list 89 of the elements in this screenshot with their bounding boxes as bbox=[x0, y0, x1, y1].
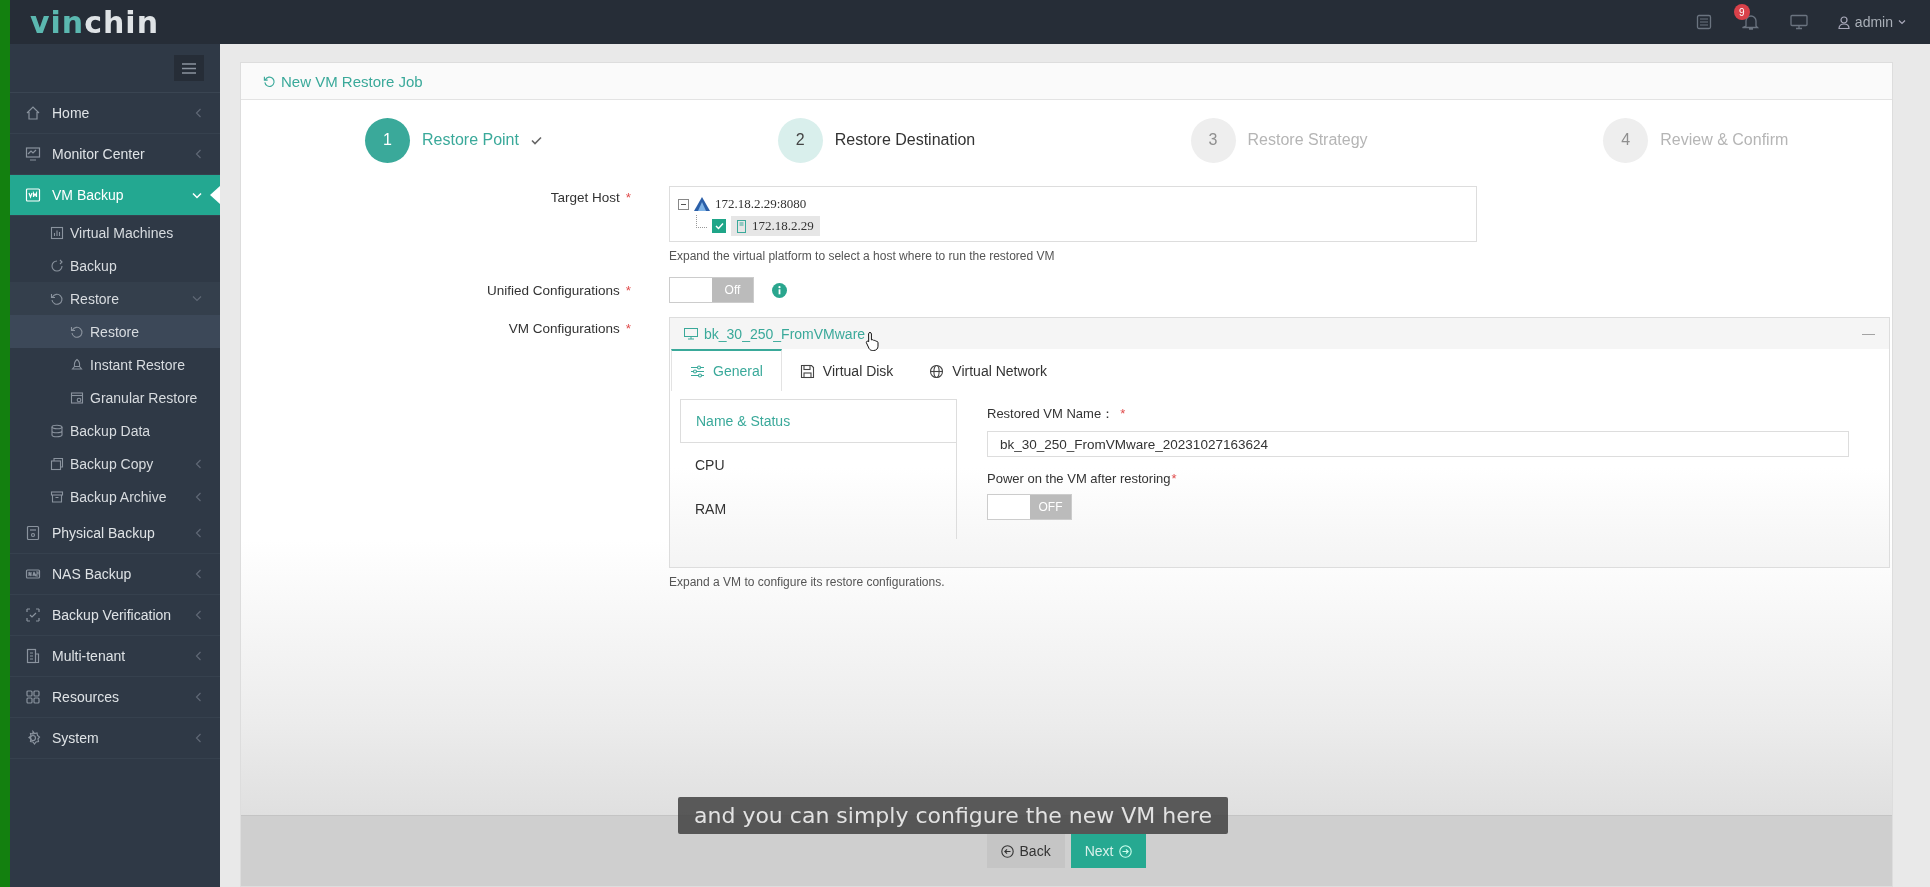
chevron-left-icon bbox=[195, 610, 202, 620]
home-icon bbox=[25, 105, 41, 121]
field-label: VM Configurations bbox=[508, 321, 620, 336]
check-icon bbox=[530, 135, 542, 145]
sidebar-subitem[interactable]: Backup Copy bbox=[10, 447, 220, 480]
field-label: Power on the VM after restoring bbox=[987, 471, 1171, 486]
checkbox[interactable] bbox=[712, 219, 726, 233]
menu-icon bbox=[182, 62, 196, 74]
required-mark: * bbox=[1171, 471, 1177, 486]
user-icon bbox=[1837, 15, 1850, 29]
caret-icon bbox=[1898, 19, 1906, 25]
copy-icon bbox=[50, 456, 64, 471]
step-number: 4 bbox=[1603, 117, 1649, 163]
field-label: Restored VM Name： bbox=[987, 406, 1115, 421]
video-caption: and you can simply configure the new VM here bbox=[678, 797, 1228, 834]
step-label: Restore Destination bbox=[834, 131, 976, 149]
calendar-icon bbox=[70, 390, 84, 405]
step-number: 3 bbox=[1190, 117, 1236, 163]
info-icon[interactable] bbox=[772, 282, 787, 298]
chevron-left-icon bbox=[195, 651, 202, 661]
required-mark: * bbox=[625, 321, 631, 336]
sidebar-subitem[interactable]: Restore bbox=[10, 282, 220, 315]
step-number: 1 bbox=[365, 117, 410, 163]
archive-icon bbox=[50, 489, 64, 504]
restore-icon bbox=[50, 291, 64, 306]
tree-node[interactable]: 172.18.2.29:8080 bbox=[715, 196, 807, 212]
notification-badge: 9 bbox=[1733, 4, 1750, 20]
config-menu-item[interactable]: RAM bbox=[680, 487, 956, 531]
job-title: New VM Restore Job bbox=[281, 72, 423, 90]
sidebar-subitem[interactable]: Backup bbox=[10, 249, 220, 282]
sidebar-subitem[interactable]: Backup Archive bbox=[10, 480, 220, 513]
user-menu[interactable]: admin bbox=[1837, 14, 1906, 30]
refresh-icon bbox=[50, 258, 64, 273]
chevron-left-icon bbox=[195, 528, 202, 538]
step-number: 2 bbox=[777, 117, 823, 163]
gear-icon bbox=[25, 730, 41, 746]
hint-text: Expand a VM to configure its restore configurations. bbox=[669, 575, 946, 589]
tab[interactable]: Virtual Disk bbox=[781, 349, 912, 391]
sidebar-subitem[interactable]: Backup Data bbox=[10, 414, 220, 447]
sliders-icon bbox=[690, 363, 705, 379]
list-icon[interactable] bbox=[1695, 14, 1712, 30]
chevron-left-icon bbox=[195, 149, 202, 159]
monitor-icon bbox=[25, 146, 41, 162]
tree-node[interactable]: 172.18.2.29 bbox=[731, 216, 820, 236]
chevron-left-icon bbox=[195, 692, 202, 702]
chevron-left-icon bbox=[195, 733, 202, 743]
chevron-down-icon bbox=[192, 191, 202, 199]
chevron-left-icon bbox=[195, 491, 202, 502]
database-icon bbox=[50, 423, 64, 438]
config-menu-item[interactable]: CPU bbox=[680, 443, 956, 487]
chevron-left-icon bbox=[195, 458, 202, 469]
grid-icon bbox=[25, 689, 41, 705]
scan-icon bbox=[25, 607, 41, 623]
monitor-icon[interactable] bbox=[1789, 14, 1808, 30]
logo: vinchin bbox=[30, 4, 159, 40]
step-label: Restore Strategy bbox=[1247, 131, 1368, 149]
platform-icon bbox=[694, 197, 710, 211]
required-mark: * bbox=[625, 190, 631, 205]
server-icon bbox=[737, 219, 746, 233]
required-mark: * bbox=[625, 282, 631, 298]
chevron-left-icon bbox=[195, 108, 202, 118]
restore-icon bbox=[70, 324, 84, 339]
building-icon bbox=[25, 648, 41, 664]
sidebar-subitem[interactable]: Granular Restore bbox=[10, 381, 220, 414]
required-mark: * bbox=[1120, 406, 1126, 421]
hint-text: Expand the virtual platform to select a host where to run the restored VM bbox=[669, 249, 1056, 263]
vm-icon bbox=[684, 327, 698, 340]
field-label: Target Host bbox=[550, 190, 620, 205]
restore-icon bbox=[263, 74, 276, 88]
chevron-down-icon bbox=[192, 295, 202, 302]
vm-name-field[interactable]: bk_30_250_FromVMware_20231027163624 bbox=[987, 431, 1849, 457]
step-label: Restore Point bbox=[422, 131, 519, 149]
sidebar-subitem[interactable]: Restore bbox=[10, 315, 220, 348]
chevron-left-icon bbox=[195, 569, 202, 579]
server-icon bbox=[25, 525, 41, 541]
sidebar-subitem[interactable]: Virtual Machines bbox=[10, 216, 220, 249]
chart-icon bbox=[50, 225, 64, 240]
globe-icon bbox=[929, 363, 945, 379]
field-label: Unified Configurations bbox=[486, 282, 620, 298]
floppy-icon bbox=[799, 363, 815, 379]
collapse-icon[interactable] bbox=[678, 198, 689, 210]
rocket-icon bbox=[70, 357, 84, 372]
menu-button[interactable] bbox=[174, 55, 204, 81]
nas-icon bbox=[25, 566, 41, 582]
back-button[interactable]: Back bbox=[986, 834, 1065, 868]
vm-icon bbox=[25, 187, 41, 203]
step-label: Review & Confirm bbox=[1660, 131, 1789, 149]
sidebar-subitem[interactable]: Instant Restore bbox=[10, 348, 220, 381]
tab[interactable]: Virtual Network bbox=[911, 349, 1066, 391]
